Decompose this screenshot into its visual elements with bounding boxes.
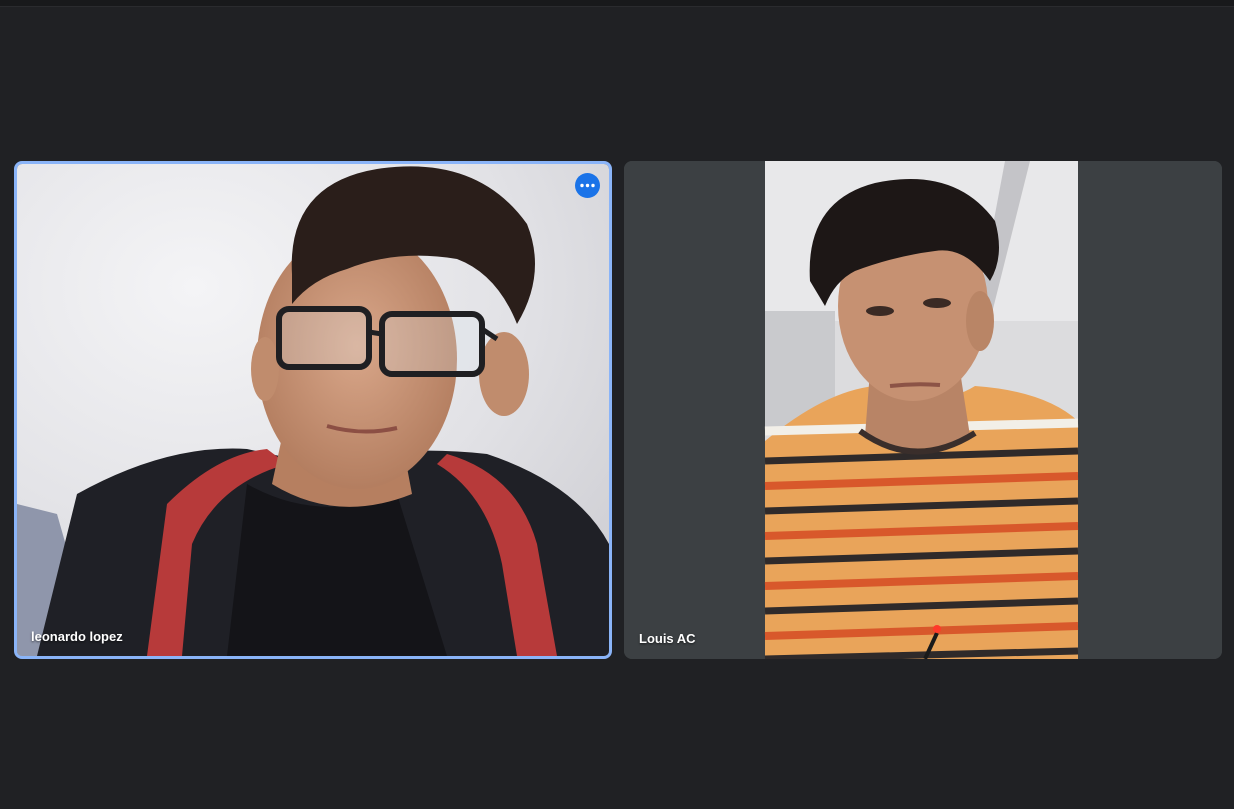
- participant-name-label: Louis AC: [639, 631, 696, 646]
- meeting-stage: leonardo lopez Louis AC: [0, 0, 1234, 809]
- top-bar-strip: [0, 0, 1234, 7]
- participant-tile-leonardo[interactable]: leonardo lopez: [14, 161, 612, 659]
- more-horizontal-icon: [580, 183, 595, 188]
- participant-video-louis: [624, 161, 1222, 659]
- participant-tile-louis[interactable]: Louis AC: [624, 161, 1222, 659]
- more-options-button[interactable]: [575, 173, 600, 198]
- participant-video-leonardo: [17, 164, 609, 656]
- participant-name-label: leonardo lopez: [31, 629, 123, 644]
